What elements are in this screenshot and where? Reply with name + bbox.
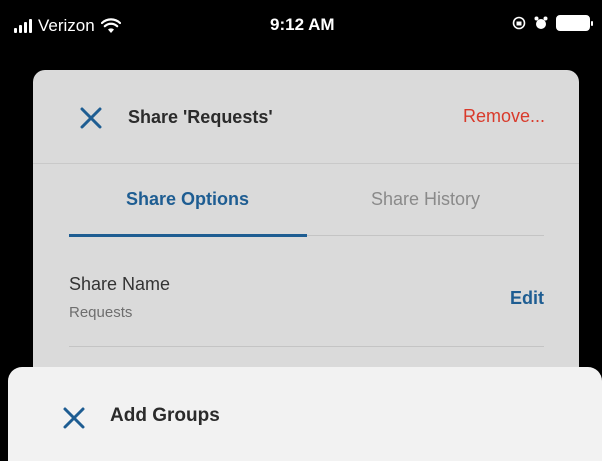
divider (69, 346, 544, 347)
edit-share-name-button[interactable]: Edit (510, 288, 544, 309)
share-name-value: Requests (69, 304, 133, 321)
add-groups-sheet: Add Groups (8, 367, 602, 461)
cellular-signal-icon (14, 19, 32, 33)
close-icon[interactable] (79, 106, 103, 130)
tab-share-history[interactable]: Share History (307, 164, 544, 236)
remove-button[interactable]: Remove... (463, 106, 545, 127)
wifi-icon (100, 18, 121, 33)
status-right (512, 15, 593, 31)
status-bar: Verizon 9:12 AM (0, 0, 602, 56)
battery-icon (556, 15, 593, 31)
rotation-lock-icon (512, 16, 526, 30)
share-dialog: Share 'Requests' Remove... Share Options… (33, 70, 579, 390)
sheet-title: Add Groups (110, 405, 220, 426)
status-left: Verizon (14, 16, 121, 36)
dialog-title: Share 'Requests' (128, 107, 273, 127)
dialog-header: Share 'Requests' Remove... (33, 70, 579, 164)
tab-bar: Share Options Share History (69, 164, 544, 237)
status-time: 9:12 AM (270, 15, 335, 34)
alarm-icon (534, 16, 548, 29)
share-name-label: Share Name (69, 274, 171, 294)
active-tab-indicator (69, 234, 307, 237)
close-icon[interactable] (62, 406, 86, 430)
tab-share-options[interactable]: Share Options (69, 164, 306, 236)
carrier-name: Verizon (38, 16, 95, 35)
